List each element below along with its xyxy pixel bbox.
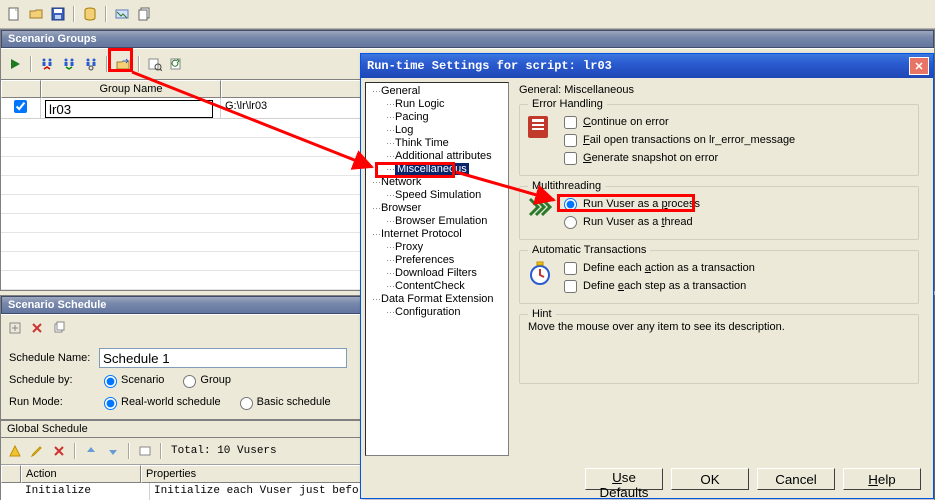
run-mode-basic[interactable]: Basic schedule [235, 394, 331, 410]
sched-copy-icon[interactable] [49, 318, 69, 338]
tree-ip[interactable]: Internet Protocol [368, 228, 506, 241]
tree-log[interactable]: Log [368, 124, 506, 137]
tree-think-time[interactable]: Think Time [368, 137, 506, 150]
gs-edit-icon[interactable] [27, 441, 47, 461]
each-action-trans[interactable]: Define each action as a transaction [564, 259, 910, 277]
open-icon[interactable] [26, 4, 46, 24]
error-icon [526, 113, 554, 141]
cancel-button[interactable]: Cancel [757, 468, 835, 490]
dialog-button-row: Use Defaults OK Cancel Help [361, 460, 933, 498]
new-icon[interactable] [4, 4, 24, 24]
help-button[interactable]: Help [843, 468, 921, 490]
tool-a-icon[interactable] [112, 4, 132, 24]
hint-text: Move the mouse over any item to see its … [528, 321, 910, 377]
use-defaults-button[interactable]: Use Defaults [585, 468, 663, 490]
settings-tree[interactable]: General Run Logic Pacing Log Think Time … [365, 82, 509, 456]
group-name-input[interactable] [45, 100, 213, 118]
run-mode-label: Run Mode: [9, 396, 99, 408]
schedule-by-scenario[interactable]: Scenario [99, 372, 164, 388]
tree-general[interactable]: General [368, 85, 506, 98]
tree-dfe[interactable]: Data Format Extension [368, 293, 506, 306]
vusers-down-icon[interactable] [37, 54, 57, 74]
run-mode-real[interactable]: Real-world schedule [99, 394, 221, 410]
settings-pane: General: Miscellaneous Error Handling Co… [509, 82, 929, 456]
tree-additional-attrs[interactable]: Additional attributes [368, 150, 506, 163]
vusers-up-icon[interactable] [59, 54, 79, 74]
tree-run-logic[interactable]: Run Logic [368, 98, 506, 111]
each-step-trans[interactable]: Define each step as a transaction [564, 277, 910, 295]
close-icon[interactable]: ✕ [909, 57, 929, 75]
schedule-by-label: Schedule by: [9, 374, 99, 386]
scenario-groups-title: Scenario Groups [1, 30, 934, 48]
auto-transactions-group: Automatic Transactions Define each actio… [519, 250, 919, 304]
schedule-name-label: Schedule Name: [9, 352, 99, 364]
db-icon[interactable] [80, 4, 100, 24]
tree-browser[interactable]: Browser [368, 202, 506, 215]
gs-add-icon[interactable] [5, 441, 25, 461]
gs-delete-icon[interactable] [49, 441, 69, 461]
tree-proxy[interactable]: Proxy [368, 241, 506, 254]
tree-prefs[interactable]: Preferences [368, 254, 506, 267]
tree-network[interactable]: Network [368, 176, 506, 189]
sched-delete-icon[interactable] [27, 318, 47, 338]
app-toolbar [0, 0, 935, 29]
continue-on-error[interactable]: Continue on error [564, 113, 910, 131]
tree-content-check[interactable]: ContentCheck [368, 280, 506, 293]
gs-up-icon[interactable] [81, 441, 101, 461]
dialog-title-text: Run-time Settings for script: lr03 [367, 59, 612, 73]
row-checkbox[interactable] [1, 98, 41, 118]
ok-button[interactable]: OK [671, 468, 749, 490]
hint-group: Hint Move the mouse over any item to see… [519, 314, 919, 384]
col-checkbox[interactable] [1, 80, 41, 98]
col-group-name[interactable]: Group Name [41, 80, 221, 98]
tree-miscellaneous[interactable]: Miscellaneous [368, 163, 506, 176]
run-as-process[interactable]: Run Vuser as a process [564, 195, 910, 213]
error-handling-group: Error Handling Continue on error Fail op… [519, 104, 919, 176]
gs-col-action[interactable]: Action [21, 465, 141, 483]
tree-speed-sim[interactable]: Speed Simulation [368, 189, 506, 202]
tree-dl-filters[interactable]: Download Filters [368, 267, 506, 280]
vusers-reset-icon[interactable] [81, 54, 101, 74]
schedule-by-group[interactable]: Group [178, 372, 231, 388]
generate-snapshot[interactable]: Generate snapshot on error [564, 149, 910, 167]
gs-copy-icon[interactable] [135, 441, 155, 461]
tree-config[interactable]: Configuration [368, 306, 506, 319]
pane-heading: General: Miscellaneous [519, 84, 919, 96]
row-name-cell[interactable] [41, 98, 221, 118]
tree-pacing[interactable]: Pacing [368, 111, 506, 124]
gs-down-icon[interactable] [103, 441, 123, 461]
dialog-titlebar[interactable]: Run-time Settings for script: lr03 ✕ [361, 54, 933, 78]
sched-new-icon[interactable] [5, 318, 25, 338]
runtime-settings-icon[interactable] [145, 54, 165, 74]
refresh-icon[interactable] [167, 54, 187, 74]
play-icon[interactable] [5, 54, 25, 74]
runtime-settings-dialog: Run-time Settings for script: lr03 ✕ Gen… [360, 53, 934, 499]
tree-browser-emu[interactable]: Browser Emulation [368, 215, 506, 228]
add-script-icon[interactable] [113, 54, 133, 74]
thread-icon [526, 195, 554, 223]
save-icon[interactable] [48, 4, 68, 24]
run-as-thread[interactable]: Run Vuser as a thread [564, 213, 910, 231]
gs-total-text: Total: 10 Vusers [171, 445, 277, 457]
multithreading-group: Multithreading Run Vuser as a process Ru… [519, 186, 919, 240]
schedule-name-input[interactable] [99, 348, 347, 368]
clock-icon [526, 259, 554, 287]
fail-open-trans[interactable]: Fail open transactions on lr_error_messa… [564, 131, 910, 149]
tool-b-icon[interactable] [134, 4, 154, 24]
